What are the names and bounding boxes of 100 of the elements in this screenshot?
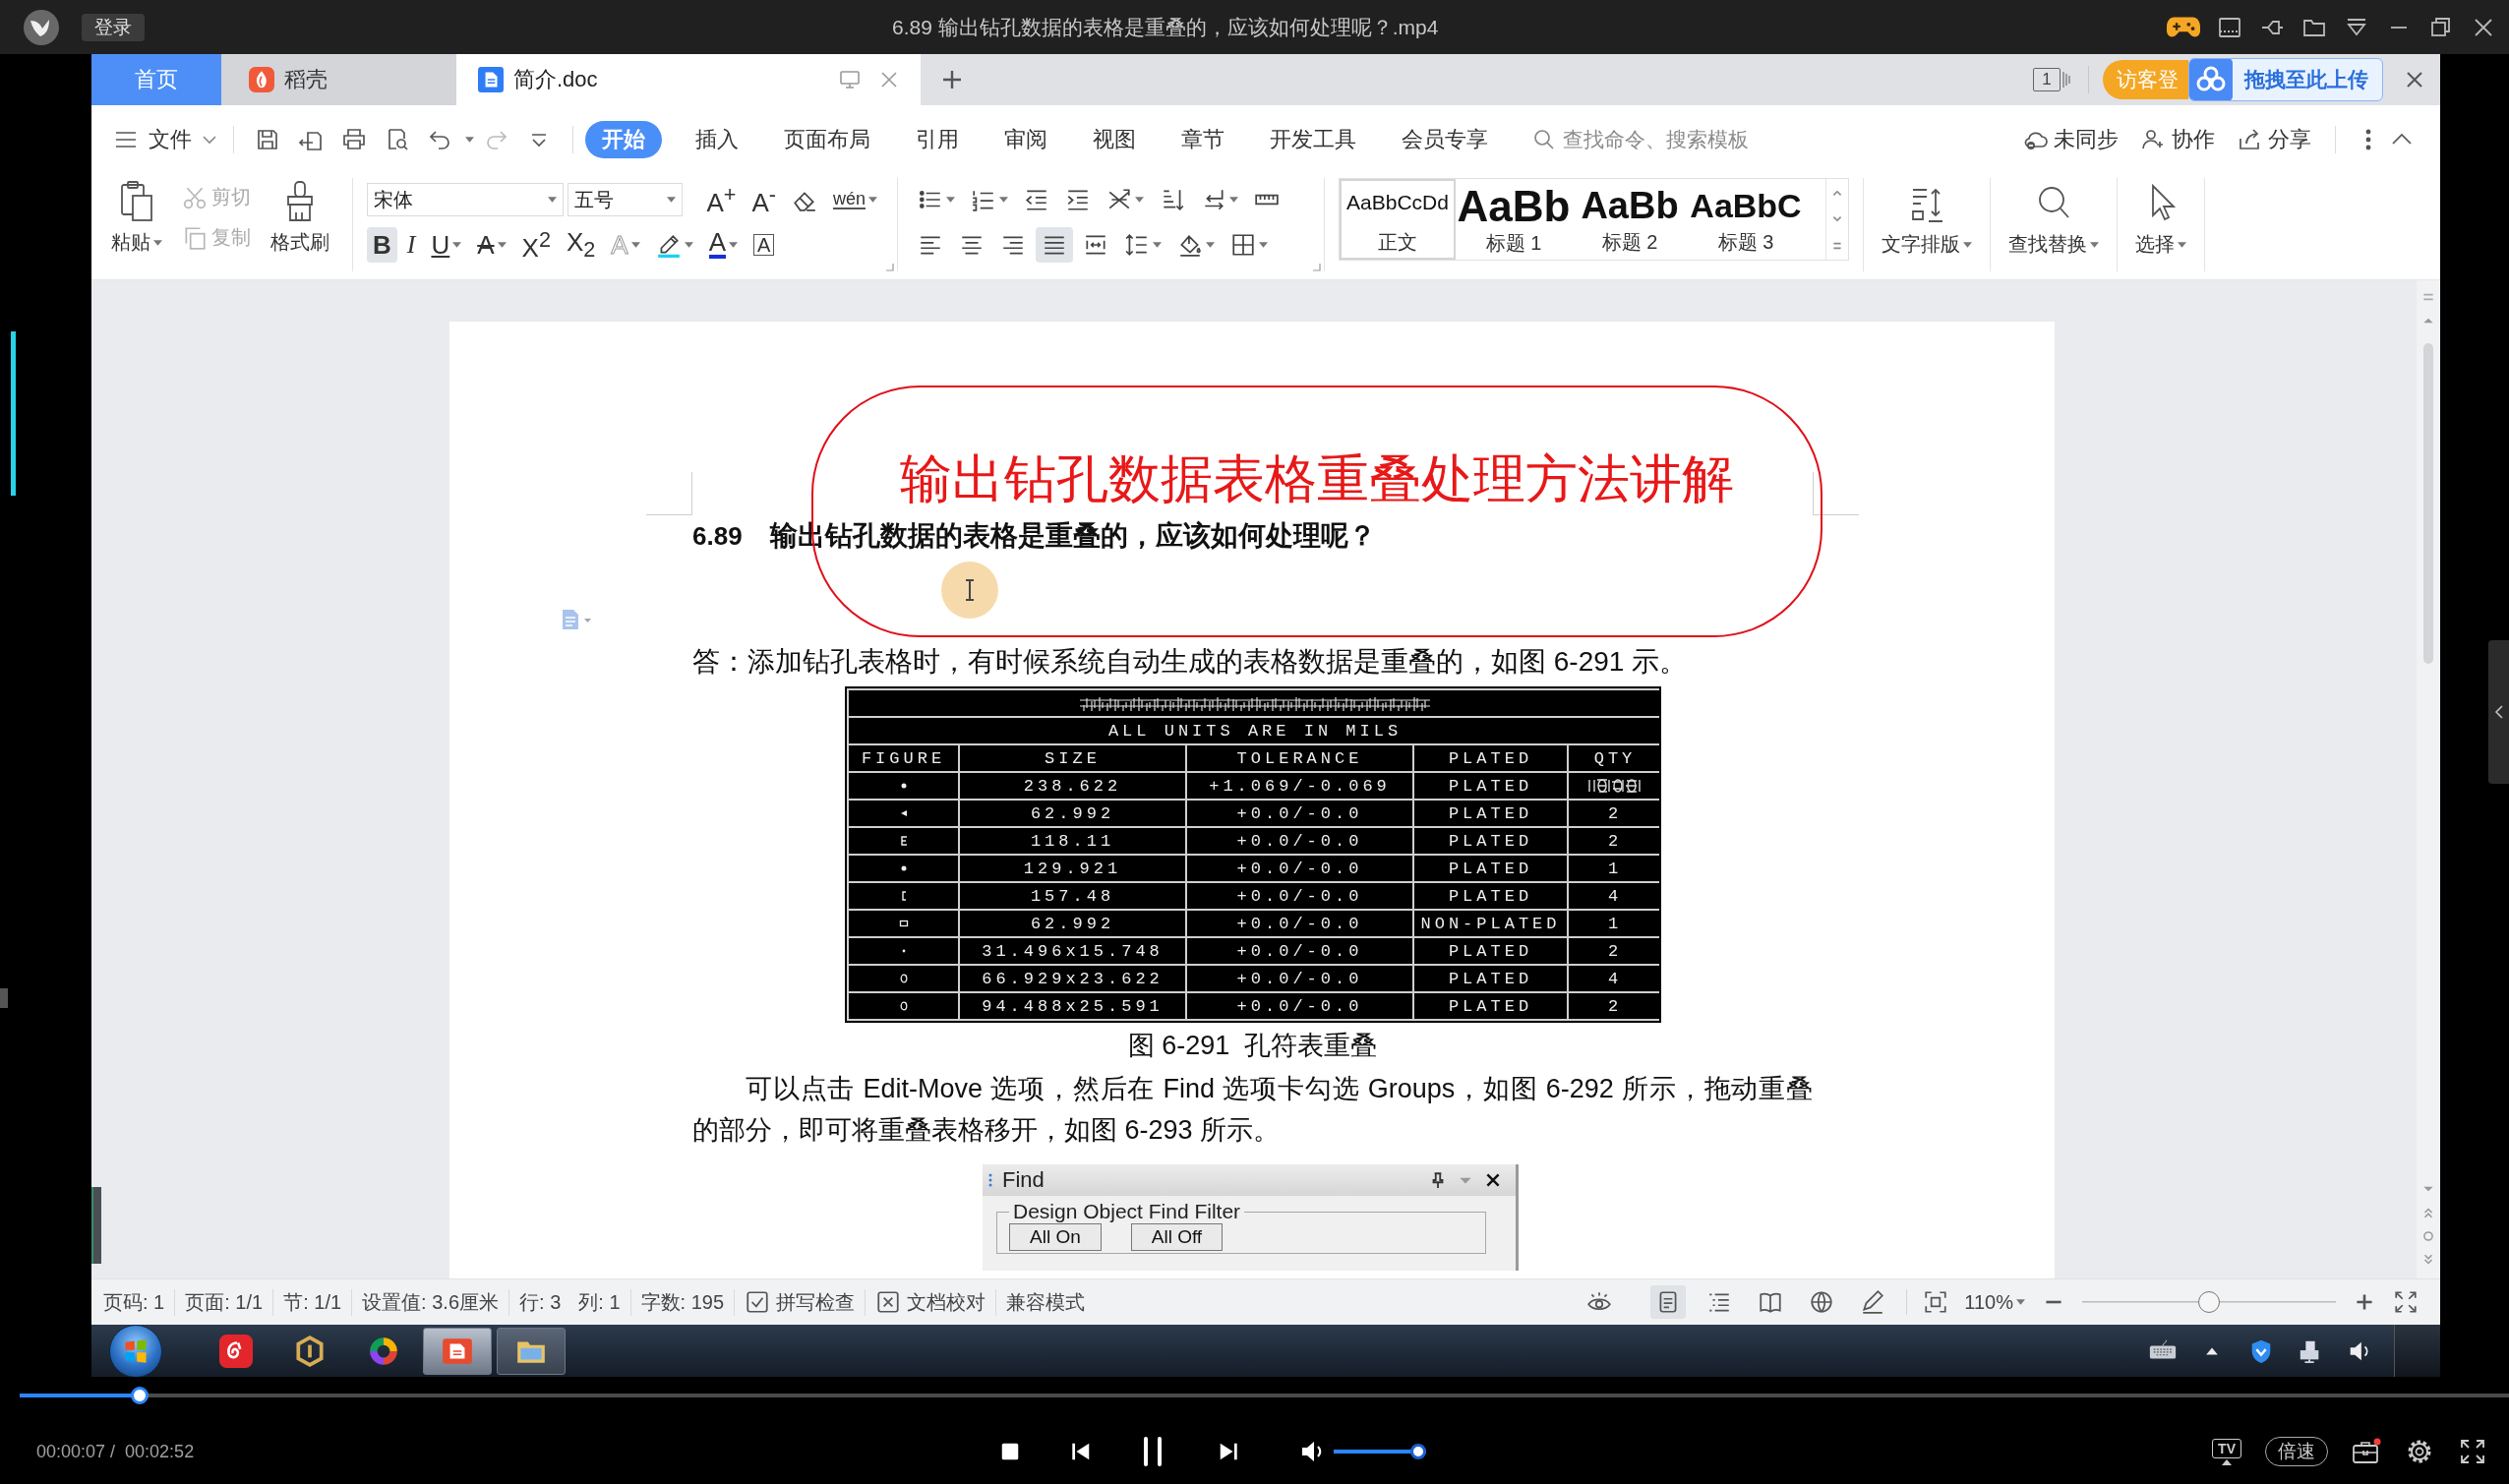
zoom-dropdown[interactable]: 110% <box>1964 1290 2025 1314</box>
drill-symbol-icon <box>898 836 909 846</box>
ribbon-tab[interactable]: 引用 <box>904 121 971 158</box>
pause-icon[interactable] <box>1141 1435 1165 1468</box>
paste-button[interactable]: 粘贴 <box>103 178 170 258</box>
style-option[interactable]: AaBbC 标题 3 <box>1688 179 1804 260</box>
font-tool-button[interactable]: wén <box>826 182 883 217</box>
font-tool-button[interactable]: A$^{-}$ <box>746 182 782 217</box>
ribbon-tab[interactable]: 视图 <box>1081 121 1148 158</box>
paragraph-handle-icon[interactable] <box>560 608 593 631</box>
filter-button[interactable]: All On <box>1009 1223 1102 1251</box>
font-format-button[interactable]: A <box>747 227 781 263</box>
font-format-button[interactable]: A <box>471 227 512 263</box>
next-page-icon[interactable] <box>2421 1253 2435 1267</box>
distribute-icon <box>1083 232 1108 258</box>
table-cell: ALL UNITS ARE IN MILS <box>849 718 1661 743</box>
start-button[interactable] <box>109 1324 162 1377</box>
style-option[interactable]: AaBb 标题 1 <box>1456 179 1572 260</box>
video-title: 6.89 输出钻孔数据的表格是重叠的，应该如何处理呢？.mp4 <box>892 14 1439 40</box>
format-painter-button[interactable]: 格式刷 <box>263 178 337 258</box>
style-option[interactable]: AaBb 标题 2 <box>1572 179 1688 260</box>
taskbar-app-button[interactable] <box>423 1327 492 1375</box>
fullscreen-icon[interactable] <box>2458 1438 2487 1465</box>
upload-drop-zone[interactable]: 拖拽至此上传 <box>2188 58 2383 101</box>
print-icon[interactable] <box>341 127 367 152</box>
font-name-dropdown[interactable]: 宋体 <box>367 183 565 216</box>
toolbox-icon[interactable] <box>2352 1438 2381 1465</box>
volume-thumb[interactable] <box>1410 1444 1426 1459</box>
search-field[interactable]: 查找命令、搜索模板 <box>1561 127 1776 152</box>
zoom-slider-thumb[interactable] <box>2198 1291 2220 1313</box>
ribbon-tab[interactable]: 审阅 <box>992 121 1059 158</box>
save-icon[interactable] <box>255 127 280 152</box>
indent-icon <box>1065 187 1091 212</box>
fullscreen-icon[interactable] <box>2393 1289 2419 1315</box>
heading-number: 6.89 <box>692 520 743 552</box>
table-cell: +0.0/-0.0 <box>1187 993 1412 1019</box>
drill-symbol-icon <box>898 1001 909 1011</box>
file-menu[interactable]: 文件 <box>109 125 221 154</box>
taskbar-app-button[interactable] <box>497 1327 566 1375</box>
table-cell: PLATED <box>1414 856 1567 881</box>
font-format-button[interactable]: A <box>702 227 745 263</box>
previous-icon[interactable] <box>1070 1441 1092 1462</box>
add-tab-icon[interactable] <box>940 68 964 91</box>
group-label: Design Object Find Filter <box>1012 1200 1242 1223</box>
status-check-button[interactable]: 文档校对 <box>866 1288 996 1316</box>
menu-action[interactable]: 协作 <box>2136 125 2219 154</box>
ribbon-tool-button[interactable]: 文字排版 <box>1874 178 1980 271</box>
table-cell: 2 <box>1569 993 1661 1019</box>
paint-bucket-icon <box>1177 232 1203 258</box>
table-cell: 1 <box>1569 911 1661 936</box>
pen-icon <box>1860 1289 1886 1315</box>
font-format-button[interactable]: I <box>400 227 422 263</box>
scroll-down-icon[interactable] <box>1831 214 1843 224</box>
chevron-left-icon <box>2493 704 2504 720</box>
collapse-handle[interactable] <box>91 1187 101 1264</box>
ribbon-tool-button[interactable]: 查找替换 <box>2001 178 2107 271</box>
next-icon[interactable] <box>1218 1441 1239 1462</box>
grip-icon[interactable] <box>988 1172 992 1188</box>
table-cell: +1.069/-0.069 <box>1187 773 1412 799</box>
paragraph-button[interactable] <box>1036 227 1073 263</box>
more-icon[interactable] <box>1831 241 1843 252</box>
style-option[interactable]: AaBbCcDd 正文 <box>1340 179 1456 260</box>
table-cell: PLATED <box>1414 938 1567 964</box>
font-format-button[interactable]: X$^{2}$ <box>515 227 557 263</box>
bird-logo-icon <box>24 9 59 45</box>
ribbon-tab[interactable]: 插入 <box>684 121 750 158</box>
progress-thumb[interactable] <box>131 1387 149 1404</box>
line-spacing-icon <box>1124 232 1150 258</box>
font-tool-button[interactable]: A$^{+}$ <box>700 182 743 217</box>
font-format-button[interactable]: B <box>367 227 397 263</box>
filter-button[interactable]: All Off <box>1130 1223 1224 1251</box>
table-cell: 157.48 <box>960 883 1185 909</box>
previous-page-icon[interactable] <box>2421 1206 2435 1219</box>
font-format-button[interactable]: X$_{2}$ <box>560 227 602 263</box>
ribbon-tool-button[interactable]: 选择 <box>2127 178 2194 271</box>
login-button[interactable]: 登录 <box>82 13 145 41</box>
view-mode-button[interactable] <box>1650 1285 1687 1319</box>
menu-action[interactable]: 分享 <box>2233 125 2315 154</box>
drill-symbol-icon <box>898 919 909 928</box>
table-cell: PLATED <box>1414 801 1567 826</box>
status-check-button[interactable]: 拼写检查 <box>735 1288 866 1316</box>
close-icon[interactable] <box>1484 1171 1502 1189</box>
ribbon-tab[interactable]: 页面布局 <box>772 121 882 158</box>
ribbon-tab[interactable]: 会员专享 <box>1390 121 1500 158</box>
ribbon-tab[interactable]: 章节 <box>1169 121 1236 158</box>
figure-caption: 图 6-291 孔符表重叠 <box>1126 1030 1379 1062</box>
scrollbar-thumb[interactable] <box>2423 343 2433 664</box>
document-tab[interactable]: 稻壳 <box>221 54 456 105</box>
playback-time: 00:00:07 / 00:02:52 <box>35 1441 196 1462</box>
caret-icon[interactable] <box>465 137 474 143</box>
status-field: 行: 3 <box>519 1288 562 1316</box>
caret-up-icon[interactable] <box>2205 1345 2219 1356</box>
stop-icon[interactable] <box>999 1441 1021 1462</box>
menu-action[interactable]: 未同步 <box>2018 125 2122 154</box>
font-format-button[interactable]: U <box>425 227 468 263</box>
show-desktop-button[interactable] <box>2394 1325 2440 1377</box>
window-count-button[interactable]: 1 <box>2033 68 2061 91</box>
fit-page-icon[interactable] <box>1923 1289 1949 1315</box>
font-size-dropdown[interactable]: 五号 <box>568 183 684 216</box>
ribbon-tab[interactable]: 开发工具 <box>1258 121 1368 158</box>
